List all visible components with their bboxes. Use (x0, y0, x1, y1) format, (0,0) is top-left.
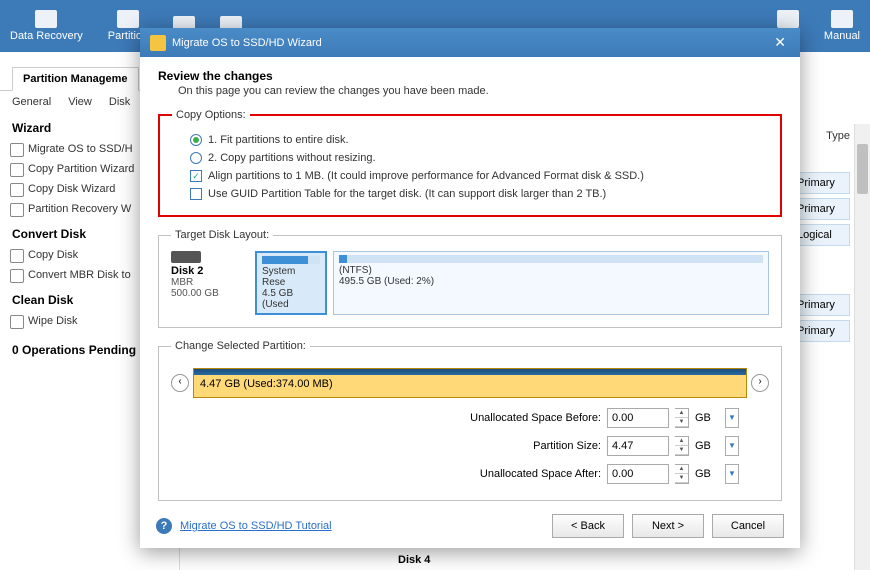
target-disk-layout-group: Target Disk Layout: Disk 2 MBR 500.00 GB… (158, 229, 782, 328)
dialog-footer: ? Migrate OS to SSD/HD Tutorial < Back N… (140, 504, 800, 548)
disk4-label: Disk 4 (398, 554, 430, 566)
vertical-scrollbar[interactable] (854, 124, 870, 570)
spinner[interactable]: ▲▼ (675, 464, 689, 484)
dialog-title-text: Migrate OS to SSD/HD Wizard (172, 37, 322, 49)
partition-name: (NTFS) (339, 265, 763, 276)
slider-text: 4.47 GB (Used:374.00 MB) (194, 375, 746, 393)
field-label: Partition Size: (451, 440, 601, 452)
field-partition-size: Partition Size: ▲▼ GB ▼ (171, 432, 769, 460)
unallocated-after-input[interactable] (607, 464, 669, 484)
toolbar-label: Data Recovery (10, 30, 83, 42)
migrate-os-wizard-dialog: Migrate OS to SSD/HD Wizard ✕ Review the… (140, 28, 800, 548)
slider-prev-button[interactable]: ‹ (171, 374, 189, 392)
disk-icon (171, 251, 201, 263)
close-icon[interactable]: ✕ (770, 34, 790, 51)
unallocated-before-input[interactable] (607, 408, 669, 428)
disk-size: 500.00 GB (171, 288, 249, 299)
chevron-up-icon[interactable]: ▲ (675, 409, 688, 418)
chevron-down-icon[interactable]: ▼ (675, 474, 688, 483)
data-recovery-icon (35, 10, 57, 28)
toolbar-label: Manual (824, 30, 860, 42)
tab-partition-management[interactable]: Partition Manageme (12, 67, 139, 91)
partition-size-input[interactable] (607, 436, 669, 456)
partition-system-reserved[interactable]: System Rese 4.5 GB (Used (255, 251, 327, 315)
chevron-up-icon[interactable]: ▲ (675, 465, 688, 474)
checkbox-icon[interactable] (190, 188, 202, 200)
partition-size: 495.5 GB (Used: 2%) (339, 276, 763, 287)
partition-ntfs[interactable]: (NTFS) 495.5 GB (Used: 2%) (333, 251, 769, 315)
unit-label: GB (695, 412, 719, 424)
unit-dropdown[interactable]: ▼ (725, 408, 739, 428)
toolbar-data-recovery[interactable]: Data Recovery (10, 10, 83, 42)
partition-icon (117, 10, 139, 28)
menu-disk[interactable]: Disk (109, 96, 130, 108)
spinner[interactable]: ▲▼ (675, 436, 689, 456)
manual-icon (831, 10, 853, 28)
help-icon[interactable]: ? (156, 518, 172, 534)
dialog-titlebar[interactable]: Migrate OS to SSD/HD Wizard ✕ (140, 28, 800, 57)
change-partition-legend: Change Selected Partition: (171, 340, 310, 352)
review-subtext: On this page you can review the changes … (158, 83, 782, 97)
menu-view[interactable]: View (68, 96, 92, 108)
field-label: Unallocated Space Before: (451, 412, 601, 424)
field-unallocated-after: Unallocated Space After: ▲▼ GB ▼ (171, 460, 769, 488)
column-type-header: Type (826, 130, 850, 142)
checkbox-checked-icon[interactable]: ✓ (190, 170, 202, 182)
chevron-up-icon[interactable]: ▲ (675, 437, 688, 446)
radio-selected-icon[interactable] (190, 134, 202, 146)
chevron-down-icon[interactable]: ▼ (675, 446, 688, 455)
partition-name: System Rese (262, 266, 320, 288)
back-button[interactable]: < Back (552, 514, 624, 538)
slider-next-button[interactable]: › (751, 374, 769, 392)
toolbar-manual[interactable]: Manual (824, 10, 860, 42)
unit-label: GB (695, 440, 719, 452)
chevron-down-icon[interactable]: ▼ (675, 418, 688, 427)
partition-slider[interactable]: 4.47 GB (Used:374.00 MB) (193, 368, 747, 398)
field-label: Unallocated Space After: (451, 468, 601, 480)
field-unallocated-before: Unallocated Space Before: ▲▼ GB ▼ (171, 404, 769, 432)
copy-options-legend: Copy Options: (172, 109, 250, 121)
opt-fit-entire-disk[interactable]: 1. Fit partitions to entire disk. (172, 131, 768, 149)
opt-align-1mb[interactable]: ✓ Align partitions to 1 MB. (It could imp… (172, 167, 768, 185)
unit-dropdown[interactable]: ▼ (725, 464, 739, 484)
menu-general[interactable]: General (12, 96, 51, 108)
unit-dropdown[interactable]: ▼ (725, 436, 739, 456)
wizard-icon (150, 35, 166, 51)
media-icon (777, 10, 799, 28)
unit-label: GB (695, 468, 719, 480)
tutorial-link[interactable]: Migrate OS to SSD/HD Tutorial (180, 520, 332, 532)
disk-name: Disk 2 (171, 265, 249, 277)
opt-label: 2. Copy partitions without resizing. (208, 152, 376, 164)
opt-without-resizing[interactable]: 2. Copy partitions without resizing. (172, 149, 768, 167)
change-selected-partition-group: Change Selected Partition: ‹ 4.47 GB (Us… (158, 340, 782, 501)
next-button[interactable]: Next > (632, 514, 704, 538)
scrollbar-thumb[interactable] (857, 144, 868, 194)
opt-label: Use GUID Partition Table for the target … (208, 188, 606, 200)
disk-type: MBR (171, 277, 249, 288)
spinner[interactable]: ▲▼ (675, 408, 689, 428)
copy-options-group: Copy Options: 1. Fit partitions to entir… (158, 109, 782, 217)
opt-guid-table[interactable]: Use GUID Partition Table for the target … (172, 185, 768, 203)
radio-icon[interactable] (190, 152, 202, 164)
cancel-button[interactable]: Cancel (712, 514, 784, 538)
review-heading: Review the changes (158, 69, 782, 83)
partition-size: 4.5 GB (Used (262, 288, 320, 310)
opt-label: Align partitions to 1 MB. (It could impr… (208, 170, 644, 182)
opt-label: 1. Fit partitions to entire disk. (208, 134, 349, 146)
disk-info: Disk 2 MBR 500.00 GB (171, 251, 249, 315)
target-layout-legend: Target Disk Layout: (171, 229, 273, 241)
